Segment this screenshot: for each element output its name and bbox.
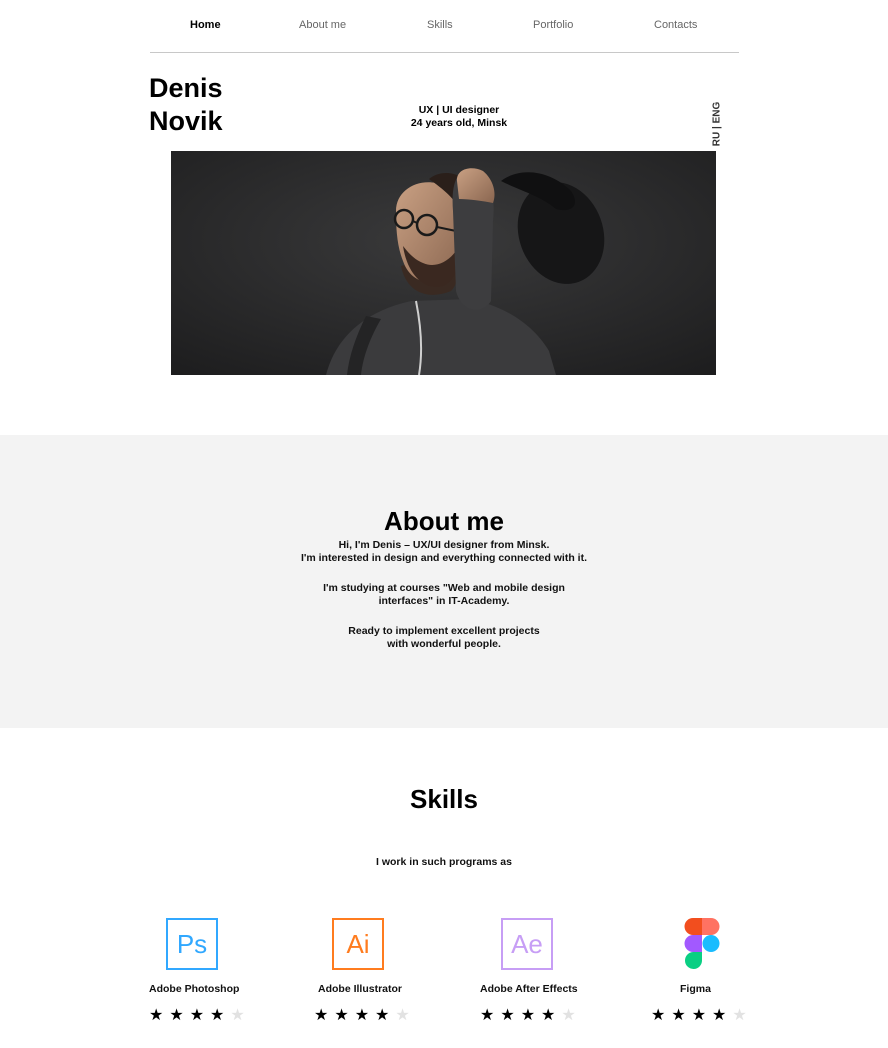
skill-rating: ★★★★★ xyxy=(314,1005,416,1025)
skills-title: Skills xyxy=(410,784,478,814)
language-switch[interactable]: RU | ENG xyxy=(705,102,729,146)
star-icon: ★ xyxy=(354,1007,376,1024)
about-line: with wonderful people. xyxy=(387,638,501,650)
about-title: About me xyxy=(384,506,504,536)
skill-rating: ★★★★★ xyxy=(651,1005,753,1025)
skills-subtitle: I work in such programs as xyxy=(376,856,512,868)
star-icon: ★ xyxy=(395,1007,416,1024)
top-nav: Home About me Skills Portfolio Contacts xyxy=(150,0,739,53)
about-line: I'm interested in design and everything … xyxy=(300,552,588,564)
skill-after-effects: Ae Adobe After Effects ★★★★★ xyxy=(480,918,630,1028)
skill-rating: ★★★★★ xyxy=(149,1005,251,1025)
star-icon: ★ xyxy=(149,1007,170,1024)
about-section: About me Hi, I'm Denis – UX/UI designer … xyxy=(0,435,888,728)
age-city: 24 years old, Minsk xyxy=(410,117,508,129)
star-icon: ★ xyxy=(712,1007,733,1024)
skill-label: Figma xyxy=(680,983,711,995)
nav-portfolio[interactable]: Portfolio xyxy=(533,19,573,31)
language-switch-label: RU | ENG xyxy=(711,101,723,147)
nav-skills[interactable]: Skills xyxy=(427,19,453,31)
illustrator-icon: Ai xyxy=(332,918,384,970)
photoshop-icon: Ps xyxy=(166,918,218,970)
star-icon: ★ xyxy=(500,1007,521,1024)
star-icon: ★ xyxy=(334,1007,355,1024)
about-line: I'm studying at courses "Web and mobile … xyxy=(323,582,565,594)
profile-photo xyxy=(171,151,716,375)
skill-label: Adobe Photoshop xyxy=(149,983,240,995)
star-icon: ★ xyxy=(480,1007,501,1024)
star-icon: ★ xyxy=(520,1007,542,1024)
star-icon: ★ xyxy=(691,1007,713,1024)
star-icon: ★ xyxy=(314,1007,335,1024)
star-icon: ★ xyxy=(230,1007,251,1024)
last-name: Novik xyxy=(149,106,223,136)
skill-illustrator: Ai Adobe Illustrator ★★★★★ xyxy=(314,918,464,1028)
about-line: Hi, I'm Denis – UX/UI designer from Mins… xyxy=(338,539,550,551)
figma-icon xyxy=(676,918,728,970)
star-icon: ★ xyxy=(561,1007,582,1024)
star-icon: ★ xyxy=(375,1007,396,1024)
about-line: interfaces" in IT-Academy. xyxy=(378,595,510,607)
after-effects-icon-text: Ae xyxy=(511,928,543,959)
star-icon: ★ xyxy=(169,1007,190,1024)
star-icon: ★ xyxy=(651,1007,672,1024)
role-info: UX | UI designer 24 years old, Minsk xyxy=(359,104,559,130)
star-icon: ★ xyxy=(671,1007,692,1024)
star-icon: ★ xyxy=(189,1007,211,1024)
person-name: Denis Novik xyxy=(149,72,223,138)
skill-photoshop: Ps Adobe Photoshop ★★★★★ xyxy=(149,918,299,1028)
about-paragraph: Hi, I'm Denis – UX/UI designer from Mins… xyxy=(0,539,888,565)
about-paragraph: I'm studying at courses "Web and mobile … xyxy=(0,582,888,608)
skill-label: Adobe After Effects xyxy=(480,983,578,995)
nav-contacts[interactable]: Contacts xyxy=(654,19,697,31)
skill-figma: Figma ★★★★★ xyxy=(651,918,801,1028)
star-icon: ★ xyxy=(541,1007,562,1024)
illustrator-icon-text: Ai xyxy=(346,928,370,959)
skill-rating: ★★★★★ xyxy=(480,1005,582,1025)
star-icon: ★ xyxy=(210,1007,231,1024)
star-icon: ★ xyxy=(732,1007,753,1024)
skill-label: Adobe Illustrator xyxy=(318,983,403,995)
after-effects-icon: Ae xyxy=(501,918,553,970)
about-line: Ready to implement excellent projects xyxy=(348,625,540,637)
about-paragraph: Ready to implement excellent projects wi… xyxy=(0,625,888,651)
nav-about-me[interactable]: About me xyxy=(299,19,346,31)
first-name: Denis xyxy=(149,73,223,103)
photoshop-icon-text: Ps xyxy=(176,928,208,959)
nav-home[interactable]: Home xyxy=(190,19,221,31)
role-title: UX | UI designer xyxy=(418,104,500,116)
